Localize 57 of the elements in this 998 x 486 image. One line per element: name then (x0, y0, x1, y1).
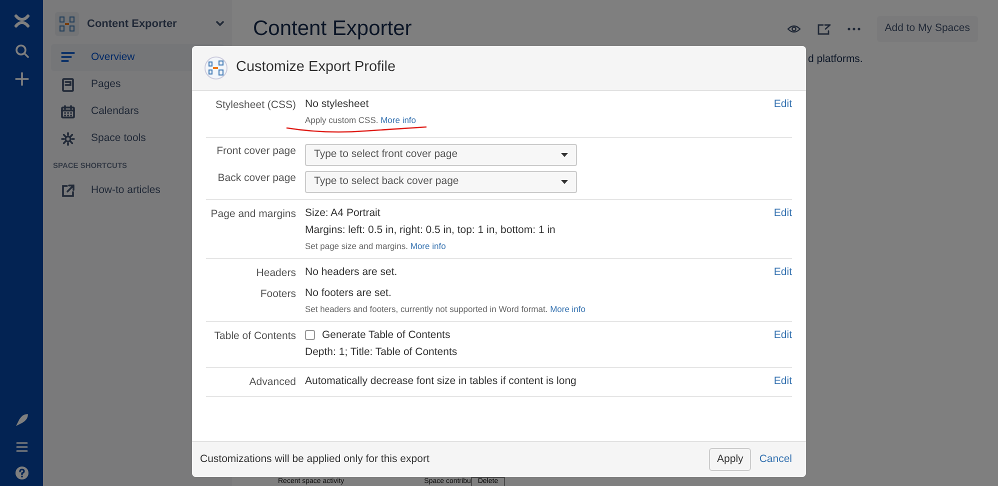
body-text: d platforms. (808, 52, 863, 67)
help-text: Set page size and margins. More info (305, 241, 447, 252)
gear-icon (61, 132, 75, 146)
field-label: Page and margins (210, 206, 296, 221)
dropdown-caret-icon (561, 180, 568, 184)
search-icon[interactable] (14, 44, 28, 58)
calendar-icon (61, 104, 75, 118)
more-info-link[interactable]: More info (410, 241, 446, 251)
edit-link[interactable]: Edit (774, 266, 792, 279)
lines-icon (61, 50, 75, 64)
field-label: Front cover page (216, 144, 296, 158)
external-link-icon (61, 184, 75, 198)
app-icon (204, 56, 228, 80)
field-value: No stylesheet (305, 98, 370, 112)
field-label: Back cover page (216, 170, 296, 185)
eye-icon[interactable] (786, 24, 801, 34)
page-title: Content Exporter (253, 16, 413, 42)
select-field[interactable]: Type to select front cover page (305, 144, 577, 166)
field-label: Table of Contents (213, 328, 296, 343)
logo-icon[interactable] (14, 14, 30, 28)
help-icon[interactable] (14, 466, 28, 480)
more-info-link[interactable]: More info (550, 304, 586, 314)
edit-link[interactable]: Edit (774, 374, 792, 388)
edit-link[interactable]: Edit (774, 328, 792, 342)
field-label: Footers (259, 286, 296, 301)
edit-link[interactable]: Edit (774, 98, 792, 112)
field-label: Headers (255, 266, 296, 280)
edit-link[interactable]: Edit (774, 206, 792, 220)
more-info-link[interactable]: More info (380, 115, 416, 126)
select-field[interactable]: Type to select back cover page (305, 170, 577, 193)
dialog-title: Customize Export Profile (236, 58, 396, 78)
plus-icon[interactable] (14, 72, 28, 86)
menu-icon[interactable] (16, 442, 28, 452)
help-text: Set headers and footers, currently not supported in Word format. More info (305, 304, 586, 314)
field-value: No headers are set. (305, 266, 398, 279)
add-to-spaces-button[interactable]: Add to My Spaces (876, 16, 978, 42)
space-title[interactable]: Content Exporter (87, 16, 208, 32)
page-icon (61, 78, 75, 92)
more-icon[interactable] (846, 26, 861, 31)
field-label: Advanced (248, 374, 296, 389)
share-icon[interactable] (816, 22, 831, 35)
field-value: Depth: 1; Title: Table of Contents (305, 346, 458, 359)
checkbox-label[interactable]: Generate Table of Contents (322, 328, 450, 342)
sidebar-item[interactable]: Pages (51, 71, 224, 98)
field-value: Automatically decrease font size in tables if content is long (305, 374, 578, 388)
field-value: Margins: left: 0.5 in, right: 0.5 in, top: 1 in, bottom: 1 in (305, 224, 556, 237)
footer-note: Customizations will be applied only for this export (200, 452, 430, 467)
field-value: No footers are set. (305, 286, 392, 300)
help-text: Apply custom CSS. More info (305, 115, 418, 126)
dropdown-caret-icon (561, 152, 568, 157)
cancel-link[interactable]: Cancel (759, 452, 792, 468)
field-value: Size: A4 Portrait (305, 206, 382, 220)
space-logo[interactable] (55, 12, 79, 36)
apply-button[interactable]: Apply (709, 448, 752, 472)
chevron-down-icon[interactable] (216, 21, 224, 27)
field-label: Stylesheet (CSS) (214, 98, 296, 112)
checkbox[interactable] (305, 330, 315, 340)
